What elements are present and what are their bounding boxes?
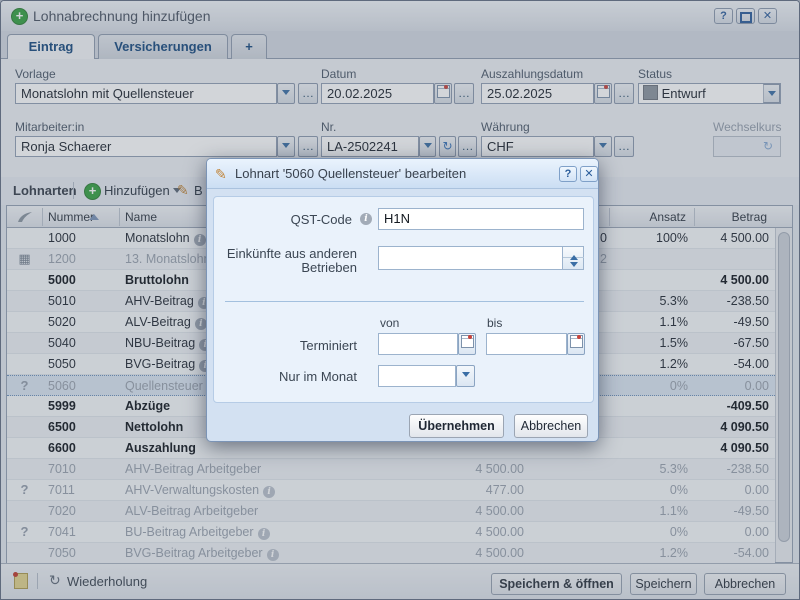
dialog-separator xyxy=(225,301,584,302)
calendar-icon xyxy=(461,335,474,348)
nur-im-monat-label: Nur im Monat xyxy=(220,369,357,384)
chevron-down-icon xyxy=(462,372,470,377)
calendar-icon xyxy=(570,335,583,348)
bis-calendar-button[interactable] xyxy=(567,333,585,355)
qst-code-label: QST-Code xyxy=(220,212,352,227)
edit-lohnart-dialog: ✎ Lohnart '5060 Quellensteuer' bearbeite… xyxy=(206,158,599,442)
spinner-up-button[interactable] xyxy=(563,247,584,258)
terminiert-label: Terminiert xyxy=(220,338,357,353)
dialog-title: Lohnart '5060 Quellensteuer' bearbeiten xyxy=(235,159,466,189)
app-window: + Lohnabrechnung hinzufügen ? ✕ Eintrag … xyxy=(0,0,800,600)
von-label: von xyxy=(380,316,399,330)
spinner-down-button[interactable] xyxy=(563,258,584,269)
einkuenfte-spinner xyxy=(562,247,583,269)
qst-code-input[interactable]: H1N xyxy=(378,208,584,230)
info-icon: i xyxy=(360,213,372,225)
einkuenfte-input[interactable] xyxy=(378,246,584,270)
bis-label: bis xyxy=(487,316,502,330)
dialog-cancel-button[interactable]: Abbrechen xyxy=(514,414,588,438)
chevron-down-icon xyxy=(570,262,578,267)
dialog-titlebar: ✎ Lohnart '5060 Quellensteuer' bearbeite… xyxy=(207,159,598,189)
nur-im-monat-combo[interactable] xyxy=(378,365,456,387)
nur-im-monat-dropdown-button[interactable] xyxy=(456,365,475,387)
einkuenfte-label: Einkünfte aus anderen Betrieben xyxy=(220,247,357,275)
edit-pencil-icon: ✎ xyxy=(215,166,227,183)
terminiert-von-input[interactable] xyxy=(378,333,458,355)
dialog-close-button[interactable]: ✕ xyxy=(580,166,598,182)
terminiert-bis-input[interactable] xyxy=(486,333,567,355)
dialog-form-panel: QST-Code i H1N Einkünfte aus anderen Bet… xyxy=(213,196,594,403)
dialog-help-button[interactable]: ? xyxy=(559,166,577,182)
von-calendar-button[interactable] xyxy=(458,333,476,355)
apply-button[interactable]: Übernehmen xyxy=(409,414,504,438)
